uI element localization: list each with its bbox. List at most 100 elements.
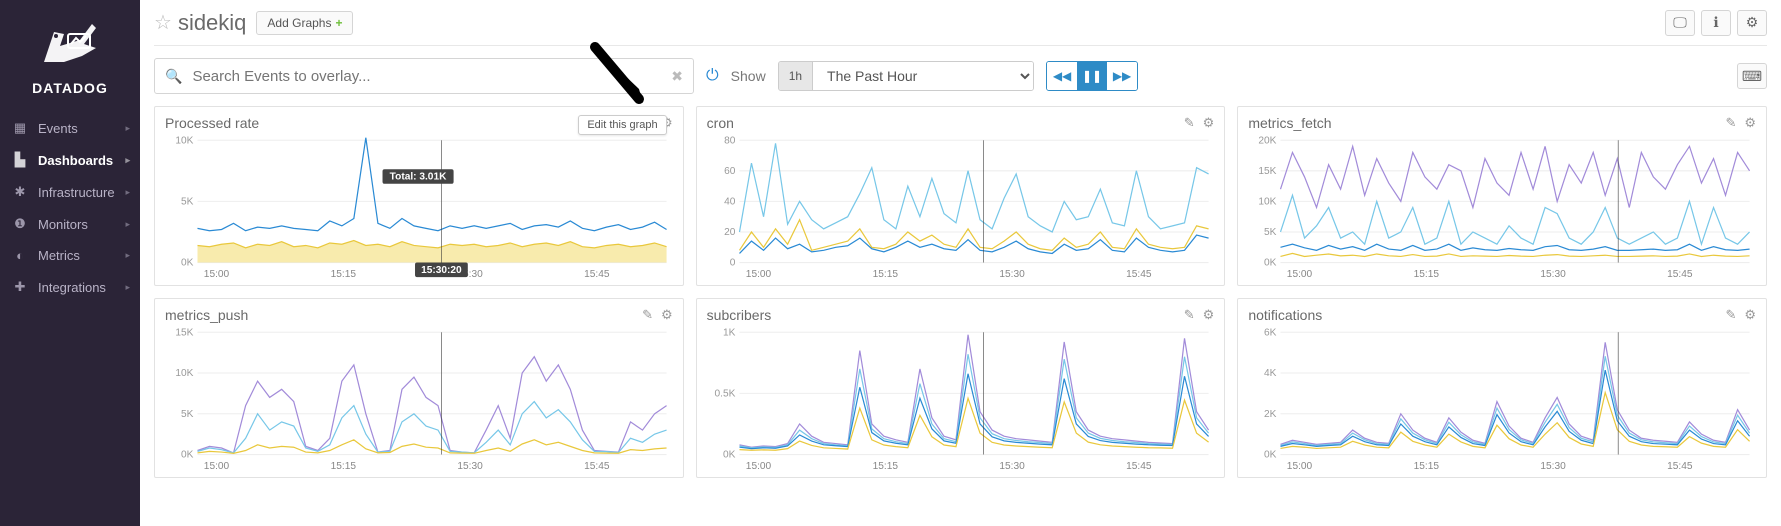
card-header: notifications✎⚙ [1248, 307, 1756, 324]
topbar: ☆ sidekiq Add Graphs+ 🖵 ℹ ⚙ [154, 0, 1767, 46]
card-header: subcribers✎⚙ [707, 307, 1215, 324]
pencil-icon[interactable]: ✎ [1725, 115, 1736, 131]
graph-card-subcribers: subcribers✎⚙0K0.5K1K15:0015:1515:3015:45 [696, 298, 1226, 478]
pause-button[interactable]: ❚❚ [1077, 62, 1107, 90]
show-label: Show [731, 68, 766, 84]
gear-icon[interactable]: ⚙ [1203, 307, 1215, 323]
card-tools: ✎⚙ [642, 307, 673, 323]
page-title: sidekiq [178, 10, 246, 36]
forward-button[interactable]: ▶▶ [1107, 62, 1137, 90]
nav-metrics[interactable]: ◐Metrics▸ [0, 240, 140, 271]
svg-text:0.5K: 0.5K [714, 388, 735, 399]
svg-text:60: 60 [724, 166, 736, 177]
svg-text:10K: 10K [1259, 196, 1277, 207]
nav-monitors[interactable]: ❶Monitors▸ [0, 208, 140, 240]
gauge-icon: ◐ [10, 248, 30, 263]
card-header: metrics_fetch✎⚙ [1248, 115, 1756, 132]
svg-text:15:45: 15:45 [584, 269, 610, 279]
nav-integrations[interactable]: ✚Integrations▸ [0, 271, 140, 303]
svg-text:5K: 5K [1264, 227, 1277, 238]
pencil-icon[interactable]: ✎ [1184, 115, 1195, 131]
chart-area[interactable]: 0K0.5K1K15:0015:1515:3015:45 [707, 326, 1215, 471]
nav-events[interactable]: ▦Events▸ [0, 112, 140, 144]
svg-text:2K: 2K [1264, 409, 1277, 420]
svg-text:15:15: 15:15 [872, 461, 898, 471]
chart-area[interactable]: 0K5K10K15K20K15:0015:1515:3015:45 [1248, 134, 1756, 279]
svg-text:0K: 0K [1264, 257, 1277, 268]
keyboard-icon[interactable]: ⌨ [1737, 63, 1767, 89]
svg-text:15K: 15K [175, 327, 193, 338]
svg-text:20K: 20K [1259, 135, 1277, 146]
svg-text:4K: 4K [1264, 368, 1277, 379]
card-tools: ✎⚙ [1184, 307, 1215, 323]
search-icon: 🔍 [165, 68, 182, 85]
gear-icon[interactable]: ⚙ [1737, 10, 1767, 36]
graph-grid: Processed rate⛶📷✎⚙0K5K10K15:0015:1515:30… [154, 106, 1767, 478]
svg-text:15:30:20: 15:30:20 [421, 265, 462, 276]
svg-text:20: 20 [724, 227, 736, 238]
graph-card-metrics_fetch: metrics_fetch✎⚙0K5K10K15K20K15:0015:1515… [1237, 106, 1767, 286]
svg-text:15:00: 15:00 [204, 461, 230, 471]
time-range: 1h The Past Hour [778, 61, 1034, 91]
svg-text:15:00: 15:00 [1287, 461, 1313, 471]
svg-text:15:15: 15:15 [331, 269, 357, 279]
gear-icon[interactable]: ⚙ [1203, 115, 1215, 131]
add-graphs-button[interactable]: Add Graphs+ [256, 11, 353, 35]
chevron-right-icon: ▸ [125, 250, 130, 261]
svg-text:15:15: 15:15 [1414, 269, 1440, 279]
svg-text:Total: 3.01K: Total: 3.01K [390, 171, 447, 182]
clear-icon[interactable]: ✖ [671, 68, 683, 85]
svg-text:15:15: 15:15 [1414, 461, 1440, 471]
card-title: subcribers [707, 307, 772, 323]
svg-text:0K: 0K [1264, 449, 1277, 460]
chevron-right-icon: ▸ [125, 155, 130, 166]
svg-text:40: 40 [724, 196, 736, 207]
gear-icon[interactable]: ⚙ [1744, 115, 1756, 131]
range-select[interactable]: The Past Hour [813, 62, 1033, 90]
svg-text:1K: 1K [723, 327, 736, 338]
graph-card-metrics_push: metrics_push✎⚙0K5K10K15K15:0015:1515:301… [154, 298, 684, 478]
star-icon[interactable]: ☆ [154, 10, 172, 35]
rewind-button[interactable]: ◀◀ [1047, 62, 1077, 90]
svg-text:15:00: 15:00 [745, 269, 771, 279]
chart-area[interactable]: 0K5K10K15:0015:1515:3015:4515:30:20Total… [165, 134, 673, 279]
nav-infrastructure[interactable]: ✱Infrastructure▸ [0, 176, 140, 208]
screen-icon[interactable]: 🖵 [1665, 10, 1695, 36]
graph-card-processed_rate: Processed rate⛶📷✎⚙0K5K10K15:0015:1515:30… [154, 106, 684, 286]
svg-text:15:30: 15:30 [457, 461, 483, 471]
svg-text:15:15: 15:15 [331, 461, 357, 471]
pencil-icon[interactable]: ✎ [1725, 307, 1736, 323]
card-title: Processed rate [165, 115, 259, 131]
card-title: metrics_push [165, 307, 248, 323]
logo: DATADOG [0, 0, 140, 106]
chevron-right-icon: ▸ [125, 123, 130, 134]
svg-text:15:45: 15:45 [1126, 269, 1152, 279]
chart-area[interactable]: 02040608015:0015:1515:3015:45 [707, 134, 1215, 279]
svg-text:0K: 0K [181, 449, 194, 460]
svg-text:15:45: 15:45 [1126, 461, 1152, 471]
nav-dashboards[interactable]: ▙Dashboards▸ [0, 144, 140, 176]
search-input[interactable] [190, 67, 665, 86]
nodes-icon: ✱ [10, 184, 30, 200]
chart-area[interactable]: 0K2K4K6K15:0015:1515:3015:45 [1248, 326, 1756, 471]
toolbar: 🔍 ✖ ⏻ Show 1h The Past Hour ◀◀ ❚❚ ▶▶ ⌨ [154, 46, 1767, 106]
plug-icon: ✚ [10, 279, 30, 295]
sidebar: DATADOG ▦Events▸ ▙Dashboards▸ ✱Infrastru… [0, 0, 140, 526]
svg-text:10K: 10K [175, 368, 193, 379]
svg-text:0K: 0K [181, 257, 194, 268]
range-pill[interactable]: 1h [779, 62, 813, 90]
svg-text:15:45: 15:45 [584, 461, 610, 471]
main: ☆ sidekiq Add Graphs+ 🖵 ℹ ⚙ 🔍 ✖ ⏻ Show 1… [140, 0, 1781, 492]
chart-area[interactable]: 0K5K10K15K15:0015:1515:3015:45 [165, 326, 673, 471]
power-icon[interactable]: ⏻ [706, 67, 719, 85]
gear-icon[interactable]: ⚙ [1744, 307, 1756, 323]
pencil-icon[interactable]: ✎ [642, 307, 653, 323]
svg-text:15:15: 15:15 [872, 269, 898, 279]
brand-text: DATADOG [0, 80, 140, 96]
gear-icon[interactable]: ⚙ [661, 307, 673, 323]
chevron-right-icon: ▸ [125, 282, 130, 293]
svg-text:80: 80 [724, 135, 736, 146]
info-icon[interactable]: ℹ [1701, 10, 1731, 36]
chevron-right-icon: ▸ [125, 219, 130, 230]
pencil-icon[interactable]: ✎ [1184, 307, 1195, 323]
